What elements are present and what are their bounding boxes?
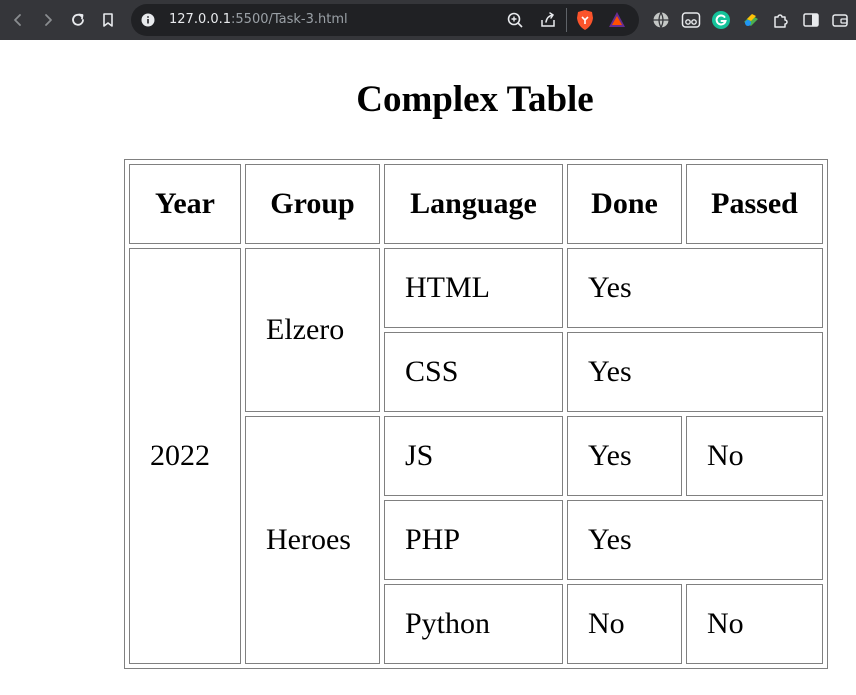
table-header-row: Year Group Language Done Passed bbox=[129, 164, 823, 244]
done-cell: Yes bbox=[567, 332, 823, 412]
brave-shield-icon[interactable] bbox=[575, 9, 595, 36]
grammarly-icon[interactable] bbox=[711, 10, 731, 30]
group-cell: Heroes bbox=[245, 416, 380, 664]
reload-icon[interactable] bbox=[67, 9, 89, 31]
header-group: Group bbox=[245, 164, 380, 244]
language-cell: Python bbox=[384, 584, 563, 664]
extensions-puzzle-icon[interactable] bbox=[771, 10, 791, 30]
zoom-icon[interactable] bbox=[506, 11, 524, 34]
back-icon[interactable] bbox=[7, 9, 29, 31]
omnibox-divider bbox=[566, 8, 567, 32]
header-passed: Passed bbox=[686, 164, 823, 244]
language-cell: JS bbox=[384, 416, 563, 496]
extension-colorful-icon[interactable] bbox=[741, 10, 761, 30]
complex-table: Year Group Language Done Passed 2022 Elz… bbox=[124, 159, 828, 669]
year-cell: 2022 bbox=[129, 248, 241, 664]
wallet-icon[interactable] bbox=[830, 10, 850, 30]
share-icon[interactable] bbox=[539, 11, 557, 34]
header-year: Year bbox=[129, 164, 241, 244]
table-row: 2022 Elzero HTML Yes bbox=[129, 248, 823, 664]
done-cell: Yes bbox=[567, 248, 823, 328]
globe-icon[interactable] bbox=[651, 10, 671, 30]
brave-rewards-icon[interactable] bbox=[607, 10, 627, 35]
site-info-icon[interactable] bbox=[141, 13, 155, 32]
page-title: Complex Table bbox=[356, 79, 594, 120]
header-done: Done bbox=[567, 164, 682, 244]
done-cell: Yes bbox=[567, 416, 682, 496]
sidebar-icon[interactable] bbox=[801, 10, 821, 30]
url-host: 127.0.0.1 bbox=[169, 12, 232, 27]
done-cell: Yes bbox=[567, 500, 823, 580]
address-bar[interactable]: 127.0.0.1:5500/Task-3.html bbox=[131, 4, 639, 36]
passed-cell: No bbox=[686, 416, 823, 496]
url-text[interactable]: 127.0.0.1:5500/Task-3.html bbox=[169, 12, 348, 27]
bookmark-icon[interactable] bbox=[97, 9, 119, 31]
language-cell: CSS bbox=[384, 332, 563, 412]
passed-cell: No bbox=[686, 584, 823, 664]
language-cell: HTML bbox=[384, 248, 563, 328]
incognito-icon[interactable] bbox=[681, 10, 701, 30]
forward-icon[interactable] bbox=[37, 9, 59, 31]
header-language: Language bbox=[384, 164, 563, 244]
group-cell: Elzero bbox=[245, 248, 380, 412]
browser-toolbar: 127.0.0.1:5500/Task-3.html bbox=[0, 0, 856, 40]
url-path: :5500/Task-3.html bbox=[231, 12, 348, 27]
language-cell: PHP bbox=[384, 500, 563, 580]
done-cell: No bbox=[567, 584, 682, 664]
